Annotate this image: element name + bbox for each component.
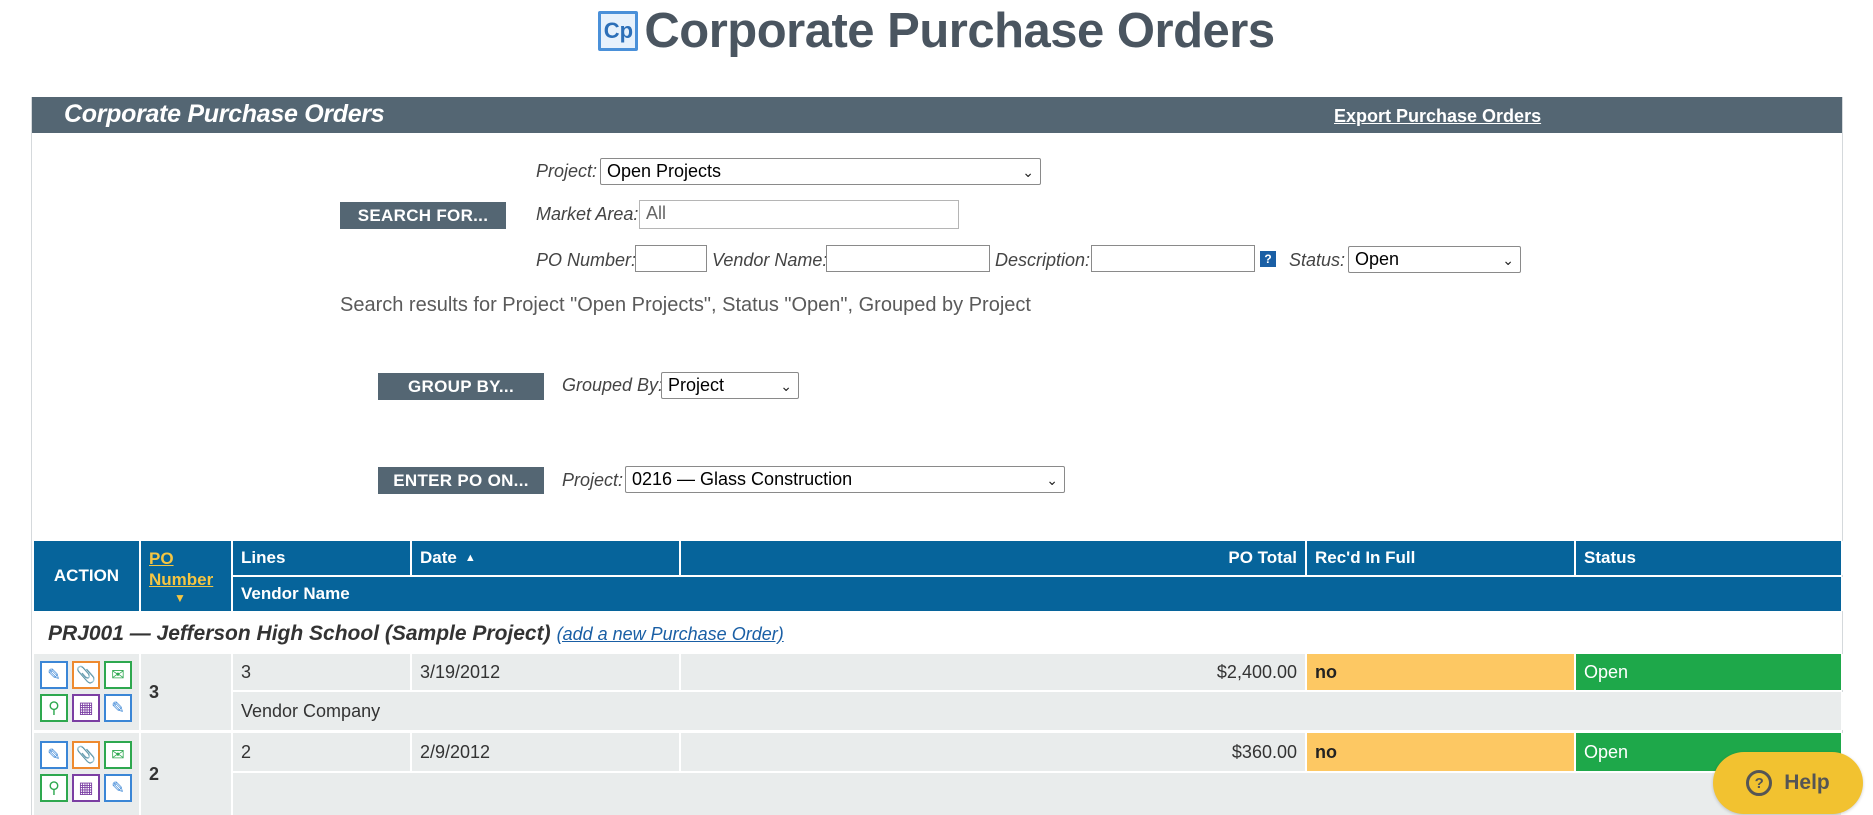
po-number-cell[interactable]: 2 bbox=[141, 733, 233, 815]
description-input[interactable] bbox=[1091, 245, 1255, 272]
grouped-by-select[interactable]: Project ⌄ bbox=[661, 372, 799, 399]
calendar-icon[interactable]: ▦ bbox=[72, 694, 100, 722]
view-icon[interactable]: ⚲ bbox=[40, 774, 68, 802]
col-header-status: Status bbox=[1576, 541, 1843, 575]
chevron-down-icon: ⌄ bbox=[780, 378, 792, 394]
table-row-actions: ✎ 📎 ✉ ⚲ ▦ ✎ bbox=[34, 733, 141, 815]
chevron-down-icon: ⌄ bbox=[1046, 472, 1058, 488]
vendor-name-input[interactable] bbox=[826, 245, 990, 272]
col-header-lines: Lines bbox=[233, 541, 412, 575]
export-purchase-orders-link[interactable]: Export Purchase Orders bbox=[1334, 106, 1541, 127]
enter-po-project-label: Project: bbox=[562, 470, 624, 490]
app-logo: Cp bbox=[598, 11, 639, 51]
view-icon[interactable]: ⚲ bbox=[40, 694, 68, 722]
chevron-down-icon: ⌄ bbox=[1022, 164, 1034, 180]
table-row-actions: ✎ 📎 ✉ ⚲ ▦ ✎ bbox=[34, 654, 141, 730]
col-header-vendor-name: Vendor Name bbox=[233, 577, 1843, 611]
status-badge: Open bbox=[1576, 654, 1843, 690]
recd-in-full-cell: no bbox=[1307, 733, 1576, 771]
page-title: Corporate Purchase Orders bbox=[644, 4, 1275, 58]
date-cell: 2/9/2012 bbox=[412, 733, 681, 771]
status-label: Status: bbox=[1289, 250, 1346, 270]
add-purchase-order-link[interactable]: (add a new Purchase Order) bbox=[557, 624, 784, 644]
edit-lines-icon[interactable]: ✎ bbox=[104, 774, 132, 802]
date-cell: 3/19/2012 bbox=[412, 654, 681, 690]
col-header-recd-in-full: Rec'd In Full bbox=[1307, 541, 1576, 575]
col-header-po-number[interactable]: PO Number ▼ bbox=[141, 541, 233, 611]
sort-toggle-icon[interactable]: ▲︎ bbox=[465, 552, 476, 564]
chevron-down-icon: ⌄ bbox=[1502, 252, 1514, 268]
lines-cell: 3 bbox=[233, 654, 412, 690]
enter-po-on-button[interactable]: ENTER PO ON... bbox=[378, 467, 544, 494]
attachment-icon[interactable]: 📎 bbox=[72, 741, 100, 769]
vendor-name-label: Vendor Name: bbox=[712, 250, 828, 270]
col-header-action: ACTION bbox=[34, 541, 141, 611]
status-select[interactable]: Open ⌄ bbox=[1348, 246, 1521, 273]
app-header: Cp Corporate Purchase Orders bbox=[0, 0, 1873, 62]
market-area-field[interactable]: All bbox=[639, 200, 959, 229]
email-icon[interactable]: ✉ bbox=[104, 741, 132, 769]
po-number-sort-link[interactable]: PO bbox=[149, 548, 174, 569]
help-button[interactable]: ? Help bbox=[1713, 752, 1863, 814]
project-group-heading: PRJ001 — Jefferson High School (Sample P… bbox=[48, 622, 784, 646]
group-by-button[interactable]: GROUP BY... bbox=[378, 373, 544, 400]
sort-desc-icon: ▼ bbox=[174, 590, 186, 605]
grouped-by-label: Grouped By: bbox=[562, 375, 664, 395]
po-number-cell[interactable]: 3 bbox=[141, 654, 233, 730]
recd-in-full-cell: no bbox=[1307, 654, 1576, 690]
market-area-label: Market Area: bbox=[536, 204, 639, 224]
attachment-icon[interactable]: 📎 bbox=[72, 661, 100, 689]
question-icon: ? bbox=[1746, 770, 1773, 796]
project-filter-label: Project: bbox=[536, 161, 598, 181]
edit-lines-icon[interactable]: ✎ bbox=[104, 694, 132, 722]
description-help-icon[interactable]: ? bbox=[1260, 251, 1276, 267]
po-total-cell: $360.00 bbox=[681, 733, 1307, 771]
project-filter-select[interactable]: Open Projects ⌄ bbox=[600, 158, 1041, 185]
po-number-input[interactable] bbox=[635, 245, 707, 272]
description-label: Description: bbox=[995, 250, 1091, 270]
po-number-label: PO Number: bbox=[536, 250, 637, 270]
enter-po-project-select[interactable]: 0216 — Glass Construction ⌄ bbox=[625, 466, 1065, 493]
panel-title: Corporate Purchase Orders bbox=[64, 100, 385, 128]
col-header-po-total: PO Total bbox=[681, 541, 1307, 575]
calendar-icon[interactable]: ▦ bbox=[72, 774, 100, 802]
panel-header-bar: Corporate Purchase Orders Export Purchas… bbox=[32, 97, 1842, 133]
email-icon[interactable]: ✉ bbox=[104, 661, 132, 689]
po-total-cell: $2,400.00 bbox=[681, 654, 1307, 690]
vendor-name-cell bbox=[233, 773, 1843, 815]
edit-icon[interactable]: ✎ bbox=[40, 661, 68, 689]
help-button-label: Help bbox=[1784, 771, 1830, 794]
search-results-summary: Search results for Project "Open Project… bbox=[340, 294, 1031, 316]
col-header-date[interactable]: Date ▲︎ bbox=[412, 541, 681, 575]
vendor-name-cell: Vendor Company bbox=[233, 692, 1843, 730]
search-for-button[interactable]: SEARCH FOR... bbox=[340, 202, 506, 229]
lines-cell: 2 bbox=[233, 733, 412, 771]
po-number-sort-link-line2[interactable]: Number bbox=[149, 569, 213, 590]
edit-icon[interactable]: ✎ bbox=[40, 741, 68, 769]
project-group-title: PRJ001 — Jefferson High School (Sample P… bbox=[48, 622, 551, 645]
